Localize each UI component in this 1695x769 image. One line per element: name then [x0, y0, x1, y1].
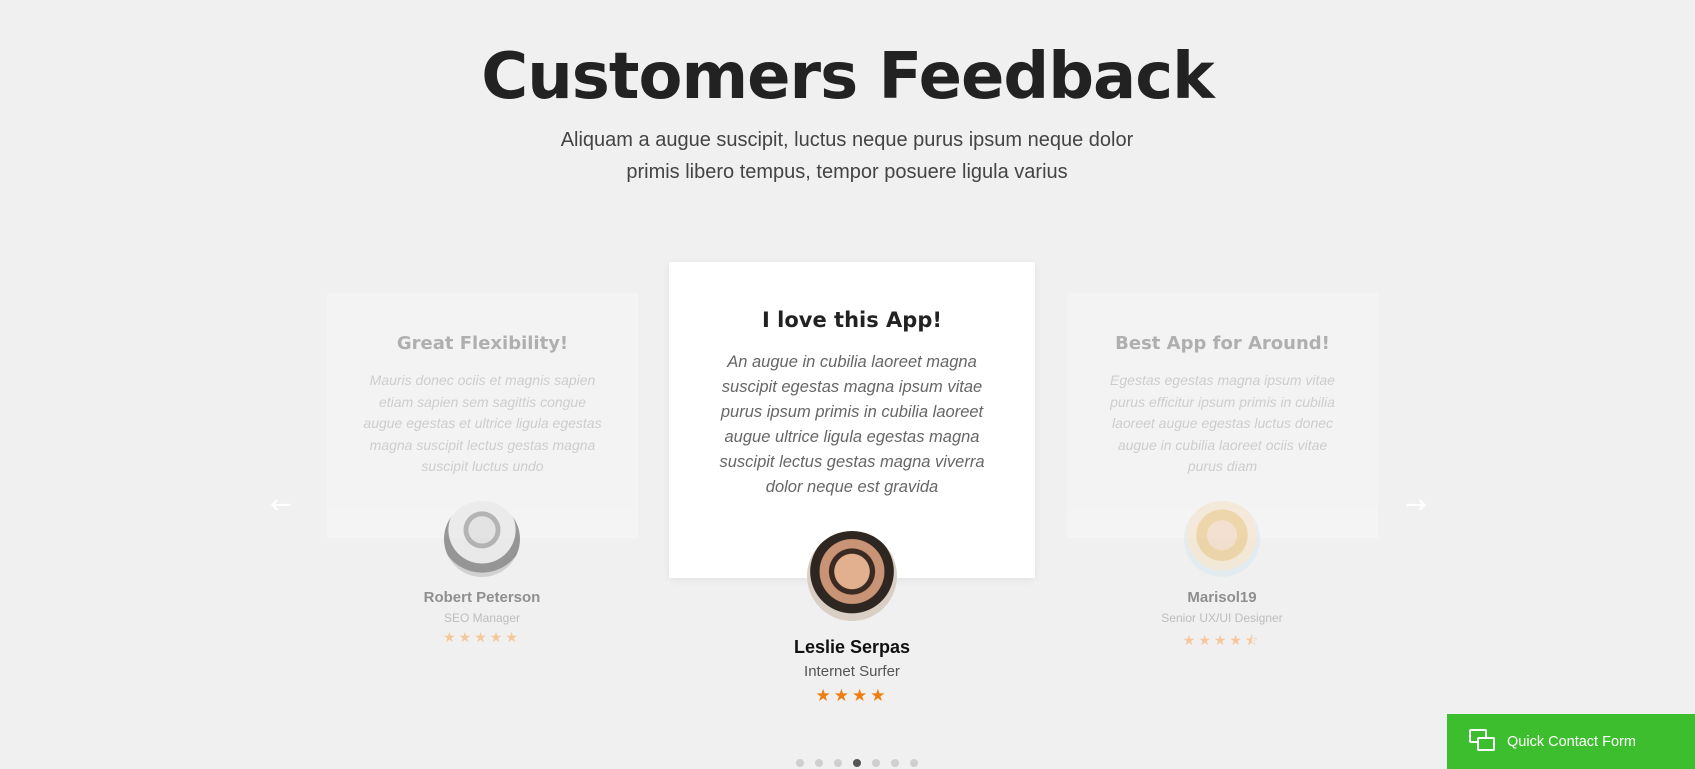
pagination-dot-6[interactable] [891, 759, 899, 767]
subtitle-line-1: Aliquam a augue suscipit, luctus neque p… [560, 129, 1134, 151]
testimonial-text: An augue in cubilia laoreet magna suscip… [719, 353, 985, 496]
testimonial-text: Egestas egestas magna ipsum vitae purus … [1110, 372, 1335, 474]
testimonial-title: I love this App! [762, 308, 942, 332]
pagination-dot-1[interactable] [796, 759, 804, 767]
author-role: Internet Surfer [804, 663, 900, 680]
pagination-dot-7[interactable] [910, 759, 918, 767]
star-rating-icon: ★★★★★ [443, 630, 521, 646]
author-role: Senior UX/UI Designer [1161, 611, 1283, 625]
chat-bubbles-icon [1469, 728, 1497, 755]
pagination-dot-4[interactable] [853, 759, 861, 767]
section-title: Customers Feedback [481, 40, 1214, 114]
testimonial-author-left: Robert Peterson SEO Manager ★★★★★ [382, 501, 582, 646]
subtitle-line-2: primis libero tempus, tempor posuere lig… [626, 161, 1068, 183]
author-name: Leslie Serpas [793, 637, 911, 657]
section-subtitle: Aliquam a augue suscipit, luctus neque p… [547, 124, 1147, 188]
testimonial-author-active: Leslie Serpas Internet Surfer ★★★★ [752, 531, 952, 706]
pagination-dot-3[interactable] [834, 759, 842, 767]
testimonial-text: Mauris donec ociis et magnis sapien etia… [363, 372, 602, 474]
star-rating-icon: ★★★★⯪ [1182, 633, 1262, 649]
testimonial-title: Great Flexibility! [396, 333, 569, 354]
carousel-next-arrow-icon[interactable]: → [1405, 490, 1427, 520]
author-name: Robert Peterson [423, 589, 541, 606]
author-role: SEO Manager [443, 611, 521, 625]
quick-contact-button[interactable]: Quick Contact Form [1447, 714, 1695, 769]
pagination-dot-5[interactable] [872, 759, 880, 767]
avatar [807, 531, 897, 621]
carousel-pagination [796, 759, 918, 767]
quick-contact-label: Quick Contact Form [1507, 733, 1636, 750]
testimonial-author-right: Marisol19 Senior UX/UI Designer ★★★★⯪ [1122, 501, 1322, 654]
testimonial-title: Best App for Around! [1115, 333, 1330, 354]
pagination-dot-2[interactable] [815, 759, 823, 767]
carousel-prev-arrow-icon[interactable]: ← [270, 490, 292, 520]
avatar [444, 501, 520, 577]
author-name: Marisol19 [1187, 589, 1257, 606]
avatar [1184, 501, 1260, 577]
star-rating-icon: ★★★★ [815, 686, 889, 706]
testimonials-section: Customers Feedback Aliquam a augue susci… [0, 0, 1695, 769]
